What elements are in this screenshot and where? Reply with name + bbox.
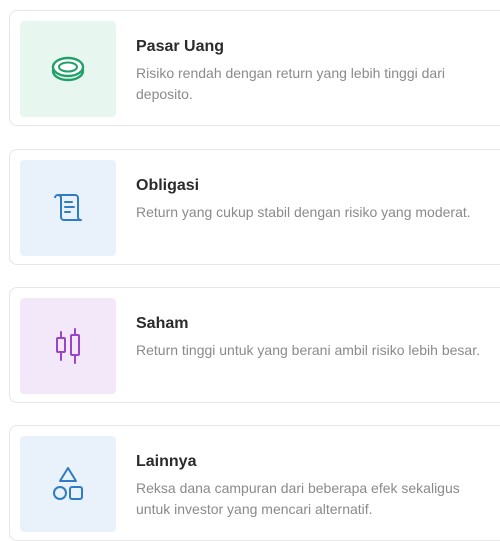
coin-icon <box>51 56 85 82</box>
product-description: Return tinggi untuk yang berani ambil ri… <box>136 342 480 358</box>
product-description: Return yang cukup stabil dengan risiko y… <box>136 204 471 220</box>
lainnya-icon-box <box>20 436 116 532</box>
scroll-icon <box>54 194 82 221</box>
shapes-icon <box>53 467 83 500</box>
product-description: Reksa dana campuran dari beberapa efek s… <box>136 480 460 517</box>
obligasi-icon-box <box>20 160 116 256</box>
product-title: Obligasi <box>136 177 200 194</box>
product-card-pasar-uang[interactable]: Pasar Uang Risiko rendah dengan return y… <box>9 10 500 126</box>
product-title: Pasar Uang <box>136 38 225 55</box>
product-card-obligasi[interactable]: Obligasi Return yang cukup stabil dengan… <box>9 149 500 265</box>
product-title: Lainnya <box>136 453 197 470</box>
product-description: Risiko rendah dengan return yang lebih t… <box>136 65 445 102</box>
saham-icon-box <box>20 298 116 394</box>
product-card-lainnya[interactable]: Lainnya Reksa dana campuran dari beberap… <box>9 425 500 541</box>
product-title: Saham <box>136 315 189 332</box>
candlestick-icon <box>56 328 80 364</box>
pasar-uang-icon-box <box>20 21 116 117</box>
product-card-saham[interactable]: Saham Return tinggi untuk yang berani am… <box>9 287 500 403</box>
